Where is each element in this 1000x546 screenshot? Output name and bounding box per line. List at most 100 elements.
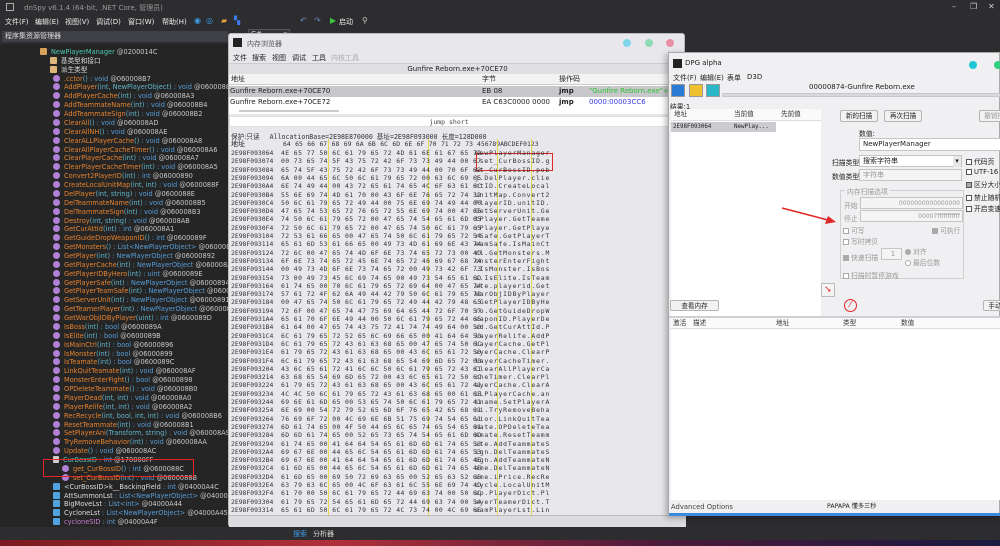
stop-address-input[interactable]: 00007fffffffffff [860,210,963,222]
col-address[interactable]: 地址 [776,318,789,329]
menu-file[interactable]: 文件(F) [5,17,29,27]
menu-view[interactable]: 视图(V) [65,17,89,27]
col-type[interactable]: 类型 [843,318,856,329]
menu-debug[interactable]: 调试(D) [96,17,121,27]
disassembler-view[interactable]: 地址 字节 操作码 Gunfire Reborn.exe+70CE70 EB 0… [229,74,678,114]
next-scan-button[interactable]: 再次扫描 [884,110,922,122]
hex-row[interactable]: 2E98F093184 00 47 65 74 50 6C 61 79 65 72… [229,298,559,306]
tree-item[interactable]: GetCurAttId(int) : int @060008A1 [53,225,174,234]
tree-item[interactable]: SetPlayerAni(Transform, string) : void @… [53,429,228,438]
hex-row[interactable]: 2E98F093124 72 6C 00 47 65 74 4D 6F 6E 73… [229,249,559,257]
hex-row[interactable]: 2E98F093094 6A 00 44 65 6C 50 6C 61 79 65… [229,174,559,182]
col-bytes[interactable]: 字节 [482,74,496,85]
col-opcode[interactable]: 操作码 [559,74,580,85]
tree-item[interactable]: ClearAll() : void @060008AD [53,118,158,128]
menu-debug[interactable]: 调试 [292,53,306,63]
advanced-options-link[interactable]: Advanced Options [671,503,733,511]
menu-table[interactable]: 表单 [727,73,741,83]
option-checkbox[interactable]: 代码页 [966,156,994,166]
tree-item[interactable]: CycloneLst : List<NewPlayerObject> @0400… [53,509,228,518]
tree-item[interactable]: TryRemoveBehavior(int) : void @060008AA [53,438,207,447]
tree-item[interactable]: Convert2PlayerID(int) : int @06000890 [53,172,193,181]
view-memory-button[interactable]: 查看内存 [670,300,719,311]
hex-row[interactable]: 2E98F093314 65 61 6D 50 6C 61 79 65 72 4C… [229,506,559,514]
align-radio[interactable]: 对齐 [905,246,927,256]
tree-item[interactable]: BigMoveLst : List<int> @04000A44 [53,500,182,509]
maximize-button[interactable] [994,61,1000,69]
tree-item[interactable]: DelPlayer(int, string) : void @0600088E [53,189,195,199]
tree-item[interactable]: GetTeamerPlayer(int) : NewPlayerObject @… [53,305,228,314]
open-list-icon[interactable]: ▚ [234,16,240,25]
manual-add-button[interactable]: 手动 [983,300,1000,311]
menu-edit[interactable]: 编辑(E) [35,17,59,27]
assembly-tree[interactable]: NewPlayerManager @0200014C 基类型和接口 派生类型 .cct… [0,44,228,527]
value-input[interactable]: NewPlayerManager [859,138,1000,151]
disasm-row[interactable]: Gunfire Reborn.exe+70CE72 EA C63C0000 00… [229,97,669,108]
redo-icon[interactable]: ↷ [314,16,321,25]
hex-row[interactable]: 2E98F093274 6D 61 74 65 00 4F 50 44 65 6C… [229,423,559,431]
hex-row[interactable]: 2E98F0932D4 61 6D 65 00 69 50 72 69 63 65… [229,473,559,481]
col-description[interactable]: 描述 [693,318,706,329]
hex-row[interactable]: 2E98F0930C4 50 6C 61 79 65 72 49 44 00 75… [229,199,559,207]
tree-item[interactable]: GetServerUnit(int) : NewPlayerObject @06… [53,296,228,305]
result-row[interactable]: 2E98F093064 NewPlay... [671,122,776,132]
value-type-select[interactable]: 字符串 [859,169,962,181]
tree-item[interactable]: IsTeamate(int) : bool @0600089C [53,358,174,367]
restore-icon[interactable]: ❐ [970,2,977,11]
back-icon[interactable]: ◉ [194,16,201,25]
minimize-button[interactable] [969,61,977,69]
hex-row[interactable]: 2E98F093144 00 49 73 4D 6F 6E 73 74 65 72… [229,265,559,273]
save-icon[interactable] [706,84,720,97]
hex-row[interactable]: 2E98F0931C4 6C 61 79 65 72 52 65 6C 69 66… [229,332,559,340]
hex-row[interactable]: 2E98F0930D4 47 65 74 53 65 72 76 65 72 55… [229,207,559,215]
menu-view[interactable]: 视图 [272,53,286,63]
tree-item[interactable]: cycloneSID : int @04000A4F [53,518,158,527]
hex-row[interactable]: 2E98F0931F4 6C 61 79 65 72 43 61 63 68 65… [229,357,559,365]
col-address[interactable]: 地址 [674,109,687,120]
tree-item[interactable]: AttSummonLst : List<NewPlayerObject> @04… [53,491,228,501]
forward-icon[interactable]: ◎ [206,16,213,25]
hex-row[interactable]: 2E98F0931E4 61 79 65 72 43 61 63 68 65 00… [229,348,559,356]
undo-icon[interactable]: ↶ [300,16,307,25]
start-address-input[interactable]: 0000000000000000 [860,197,963,209]
col-current[interactable]: 当前值 [734,109,754,120]
tree-item[interactable]: DelTeammateSign(int) : void @060008B3 [53,207,201,217]
option-checkbox[interactable]: 禁止随机 [966,192,1000,202]
col-active[interactable]: 激活 [673,318,686,329]
tree-item[interactable]: AddPlayer(int, NewPlayerObject) : void @… [53,83,228,92]
tree-item[interactable]: ClearALLPlayerCache() : void @060008A8 [53,136,202,146]
tree-item[interactable]: PlayerDead(int, int) : void @060008A0 [53,393,191,403]
hex-row[interactable]: 2E98F0931B4 61 64 00 47 65 74 43 75 72 41… [229,323,559,331]
hex-row[interactable]: 2E98F093234 4C 4C 50 6C 61 79 65 72 43 61… [229,390,559,398]
search-icon[interactable]: ⚲ [362,16,368,25]
tree-item[interactable]: <CurBossID>k__BackingField : int @04000A… [53,482,219,492]
close-button[interactable] [666,39,674,47]
hex-row[interactable]: 2E98F0932C4 61 6D 65 00 44 65 6C 54 65 61… [229,464,559,472]
menu-edit[interactable]: 编辑(E) [700,73,724,83]
tree-item[interactable]: IsMainCtrl(int) : bool @06000896 [53,340,173,350]
col-previous[interactable]: 先前值 [781,109,801,120]
tree-item[interactable]: AddTeammateName(int) : void @060008B4 [53,101,207,110]
tree-item[interactable]: GetPlayerCache(int) : NewPlayerObject @0… [53,260,228,270]
start-button[interactable]: 启动 [339,17,353,27]
tree-item[interactable]: NewPlayerManager @0200014C [40,48,157,57]
tree-item[interactable]: IsMonster(int) : bool @06000899 [53,349,173,359]
option-checkbox[interactable]: UTF-16 [966,168,998,176]
tree-item[interactable]: OPDeleteTeammate() : void @060008B0 [53,385,198,394]
tree-item[interactable]: .cctor() : void @060008B7 [53,74,151,84]
hex-row[interactable]: 2E98F0932B4 69 67 6E 00 41 64 64 54 65 61… [229,456,559,464]
close-icon[interactable]: ✕ [988,2,995,11]
hex-row[interactable]: 2E98F093254 6E 69 00 54 72 79 52 65 6D 6F… [229,406,559,414]
address-table[interactable]: 激活 描述 地址 类型 数值 [671,318,1000,500]
hex-row[interactable]: 2E98F093304 61 79 65 72 54 65 61 6D 65 72… [229,498,559,506]
disasm-row[interactable]: Gunfire Reborn.exe+70CE70 EB 08 jmp "Gun… [229,86,678,97]
tab-analyzer[interactable]: 分析器 [313,529,334,539]
tree-item[interactable]: RecRecycle(int, bool, int, int) : void @… [53,411,222,421]
start-icon[interactable]: ▶ [330,16,336,25]
hex-row[interactable]: 2E98F093114 65 61 6D 53 61 66 65 00 49 73… [229,240,559,248]
menu-window[interactable]: 窗口(W) [128,17,154,27]
maximize-button[interactable] [645,39,653,47]
col-value[interactable]: 数值 [901,318,914,329]
scan-type-select[interactable]: 搜索字符串 ▾ [859,155,962,167]
tree-item[interactable]: GetWarObjIDByPlayer(uint) : int @0600089… [53,314,212,323]
